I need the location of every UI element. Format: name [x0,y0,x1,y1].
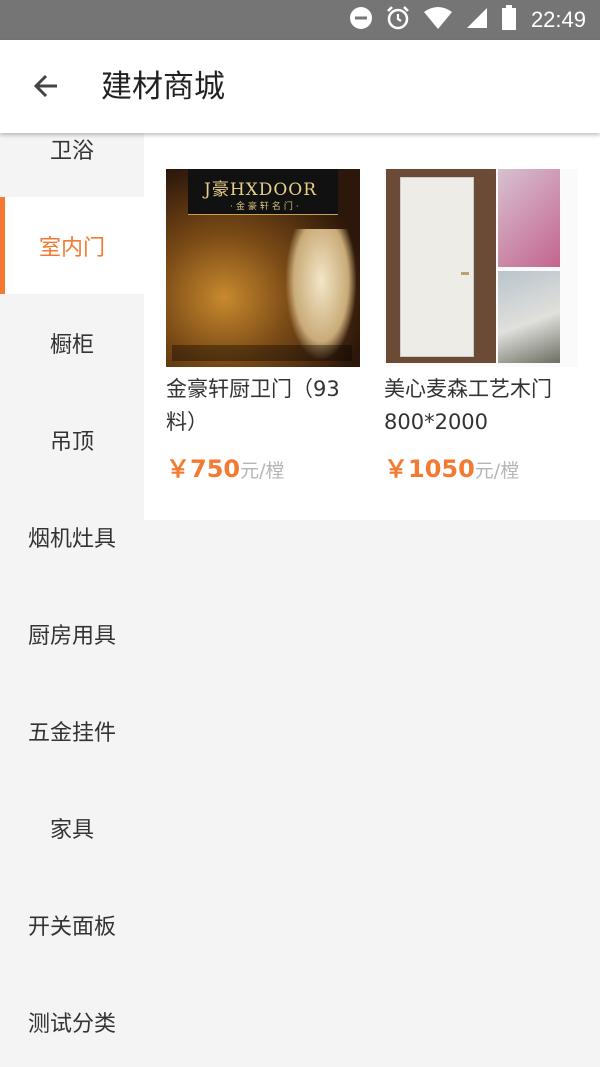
statue-figure [286,229,356,359]
battery-icon [501,5,517,35]
category-item[interactable]: 厨房用具 [0,585,144,682]
category-item[interactable]: 家具 [0,779,144,876]
package-photo [498,169,560,267]
price-value: ￥1050 [384,455,475,483]
category-item[interactable]: 吊顶 [0,391,144,488]
product-image[interactable]: J豪HXDOOR ·金豪轩名门· [166,169,360,367]
product-name: 美心麦森工艺木门800*2000 [384,377,552,434]
product-card[interactable]: 美心麦森工艺木门800*2000 ￥1050元/樘 [384,169,580,487]
product-card[interactable]: J豪HXDOOR ·金豪轩名门· 金豪轩厨卫门（93料） ￥750元/樘 [166,169,362,487]
arrow-left-icon [31,71,61,105]
category-item[interactable]: 开关面板 [0,876,144,973]
product-name: 金豪轩厨卫门（93料） [166,377,340,434]
alarm-icon [385,5,411,35]
product-price: ￥750元/樘 [166,454,362,487]
status-time: 22:49 [530,7,586,32]
app-bar: 建材商城 [0,40,600,133]
price-unit: 元/樘 [474,460,520,482]
product-price: ￥1050元/樘 [384,454,580,487]
category-item[interactable]: 五金挂件 [0,682,144,779]
category-item[interactable]: 烟机灶具 [0,488,144,585]
signal-icon [465,6,489,34]
status-bar: 22:49 [0,0,600,40]
back-button[interactable] [22,64,70,112]
price-value: ￥750 [166,455,241,483]
category-sidebar: 卫浴 室内门 橱柜 吊顶 烟机灶具 厨房用具 五金挂件 家具 开关面板 测试分类 [0,100,144,1067]
brand-banner: J豪HXDOOR ·金豪轩名门· [188,169,338,215]
category-item[interactable]: 橱柜 [0,294,144,391]
lock-photo [498,271,560,363]
price-unit: 元/樘 [240,460,285,482]
category-item-active[interactable]: 室内门 [0,197,144,294]
image-caption [172,345,352,361]
do-not-disturb-icon [349,6,373,34]
page-title: 建材商城 [101,69,225,105]
product-image[interactable] [384,169,578,367]
category-item[interactable]: 测试分类 [0,973,144,1067]
wifi-icon [423,6,453,34]
door-photo [386,169,496,363]
product-grid: J豪HXDOOR ·金豪轩名门· 金豪轩厨卫门（93料） ￥750元/樘 美心麦… [144,133,600,520]
